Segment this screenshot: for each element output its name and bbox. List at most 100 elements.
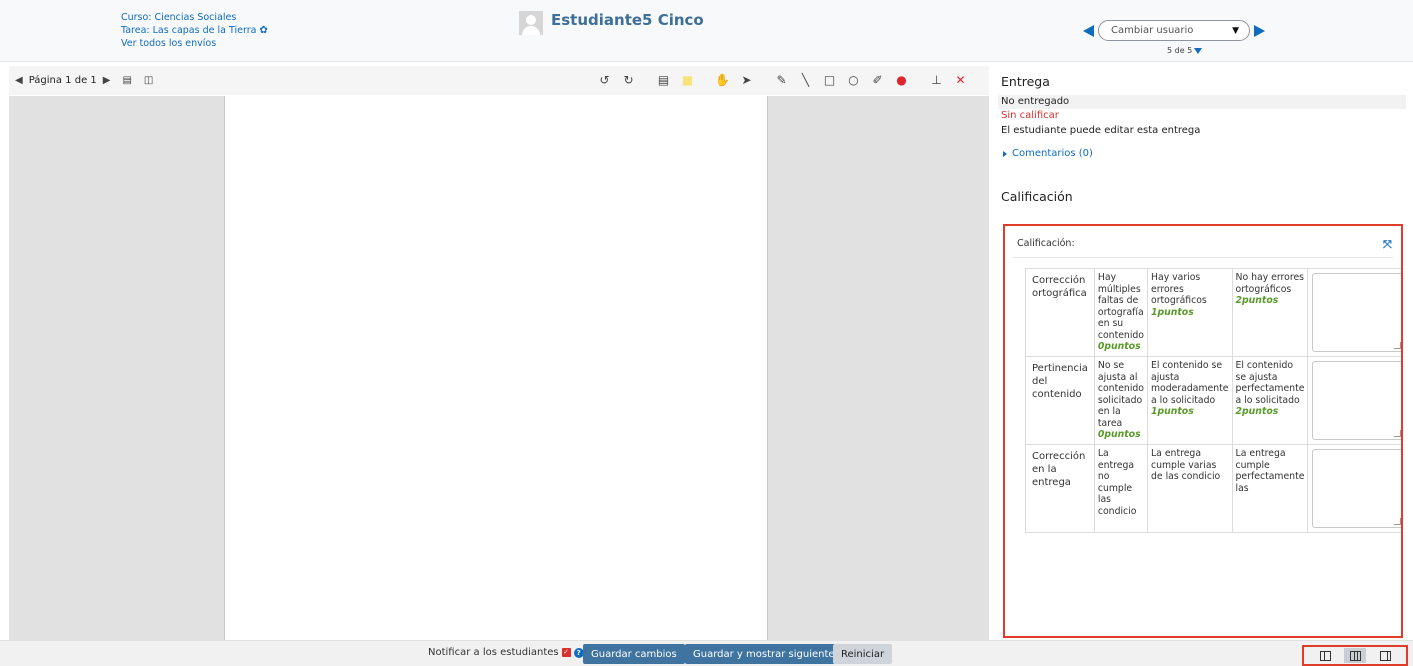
level-description: El contenido se ajusta moderadamente a l… (1151, 360, 1229, 406)
change-user-label: Cambiar usuario (1111, 25, 1194, 36)
notify-label: Notificar a los estudiantes (428, 647, 559, 658)
change-user-select[interactable]: Cambiar usuario ▼ (1098, 20, 1250, 41)
student-name[interactable]: Estudiante5 Cinco (551, 11, 704, 29)
remark-cell (1307, 356, 1401, 445)
next-page-icon[interactable]: ▶ (103, 71, 111, 91)
delete-stamp-icon[interactable]: ✕ (949, 70, 972, 90)
pdf-viewer[interactable] (9, 96, 989, 640)
assignment-link[interactable]: Tarea: Las capas de la Tierra (121, 24, 256, 37)
level-points: 1puntos (1151, 406, 1194, 417)
pen-tool-icon[interactable]: ✎ (770, 70, 793, 90)
rubric-box: Calificación: ⤧ Corrección ortográfica Ha… (1003, 224, 1403, 638)
rubric-level[interactable]: Hay varios errores ortográficos 1puntos (1147, 268, 1233, 357)
criterion-name: Corrección ortográfica (1025, 268, 1095, 357)
criterion-name: Corrección en la entrega (1025, 444, 1095, 533)
assignment-info: Curso: Ciencias Sociales Tarea: Las capa… (121, 11, 268, 50)
pdf-page[interactable] (224, 96, 768, 640)
search-comments-icon[interactable]: ▤ (122, 71, 131, 91)
panel-split-icon (1349, 650, 1361, 661)
notify-students: Notificar a los estudiantes ✓ ? (428, 647, 584, 658)
reset-button[interactable]: Reiniciar (833, 644, 893, 664)
level-points: 0puntos (1097, 341, 1141, 352)
comments-toggle[interactable]: Comentarios (0) (1003, 148, 1406, 159)
user-switcher: Cambiar usuario ▼ (1083, 20, 1265, 41)
avatar (519, 11, 543, 35)
collapse-review-panel-button[interactable] (1314, 648, 1336, 663)
rubric-table: Corrección ortográfica Hay múltiples falt… (1025, 268, 1401, 533)
rubric-level[interactable]: No hay errores ortográficos 2puntos (1231, 268, 1309, 357)
rubric-level[interactable]: Hay múltiples faltas de ortografía en su… (1093, 268, 1149, 357)
level-description: Hay múltiples faltas de ortografía en su… (1097, 272, 1144, 341)
layout-switcher (1302, 645, 1408, 666)
remark-textarea[interactable] (1312, 449, 1401, 528)
level-description: El contenido se ajusta perfectamente a l… (1235, 360, 1305, 406)
grading-panel: Entrega No entregado Sin calificar El es… (998, 66, 1406, 640)
annotation-toolbar: ◀ Página 1 de 1 ▶ ▤ ◫ ↺ ↻ ▤ ■ ✋ ➤ ✎ ╲ □ … (9, 66, 989, 95)
level-points: 2puntos (1235, 406, 1279, 417)
level-description: No hay errores ortográficos (1235, 272, 1305, 295)
level-description: La entrega cumple perfectamente las (1235, 448, 1305, 494)
level-description: Hay varios errores ortográficos (1151, 272, 1207, 306)
notify-checkbox[interactable]: ✓ (561, 648, 571, 657)
rubric-level[interactable]: La entrega cumple perfectamente las (1231, 444, 1309, 533)
current-user: Estudiante5 Cinco (519, 11, 704, 35)
color-drop-icon[interactable]: ● (890, 70, 913, 90)
rubric-criterion-row: Corrección ortográfica Hay múltiples falt… (1025, 268, 1401, 357)
level-description: No se ajusta al contenido solicitado en … (1097, 360, 1144, 429)
chevron-down-icon: ▼ (1232, 25, 1239, 36)
default-layout-button[interactable] (1344, 648, 1366, 663)
level-points: 1puntos (1151, 306, 1194, 318)
next-user-icon[interactable] (1254, 24, 1265, 37)
panel-right-icon (1379, 650, 1391, 661)
collapse-grade-panel-button[interactable] (1374, 648, 1396, 663)
save-button[interactable]: Guardar cambios (583, 644, 685, 664)
comments-label[interactable]: Comentarios (0) (1012, 148, 1093, 159)
remark-textarea[interactable] (1312, 361, 1401, 440)
oval-tool-icon[interactable]: ○ (842, 70, 865, 90)
line-tool-icon[interactable]: ╲ (794, 70, 817, 90)
course-link[interactable]: Curso: Ciencias Sociales (121, 11, 236, 24)
gear-icon[interactable]: ✿ (259, 24, 267, 37)
level-description: La entrega no cumple las condicio (1097, 448, 1137, 517)
rectangle-tool-icon[interactable]: □ (818, 70, 841, 90)
remark-textarea[interactable] (1312, 273, 1401, 352)
comment-tool-icon[interactable]: ▤ (652, 70, 675, 90)
view-all-submissions-link[interactable]: Ver todos los envíos (121, 37, 216, 50)
panel-left-icon (1319, 650, 1331, 661)
stamp-tool-icon[interactable]: ⊥ (925, 70, 948, 90)
pan-tool-icon[interactable]: ✋ (711, 70, 734, 90)
rubric-level[interactable]: No se ajusta al contenido solicitado en … (1093, 356, 1149, 445)
grade-heading: Calificación (1001, 189, 1073, 204)
grading-status: Sin calificar (1001, 110, 1059, 121)
grader-header: Curso: Ciencias Sociales Tarea: Las capa… (0, 0, 1413, 62)
filter-icon[interactable] (1194, 47, 1203, 54)
rotate-left-icon[interactable]: ↺ (593, 70, 616, 90)
highlight-tool-icon[interactable]: ✐ (866, 70, 889, 90)
previous-user-icon[interactable] (1083, 24, 1094, 37)
rubric-level[interactable]: El contenido se ajusta perfectamente a l… (1231, 356, 1309, 445)
remark-cell (1307, 268, 1401, 357)
level-points: 0puntos (1097, 429, 1141, 440)
previous-page-icon[interactable]: ◀ (15, 71, 23, 91)
rubric-criterion-row: Pertinencia del contenido No se ajusta al… (1025, 356, 1401, 445)
page-label: Página 1 de 1 (28, 75, 97, 86)
user-count: 5 de 5 (1167, 46, 1203, 55)
rotate-right-icon[interactable]: ↻ (617, 70, 640, 90)
select-tool-icon[interactable]: ➤ (735, 70, 758, 90)
grade-caption: Calificación: (1017, 238, 1075, 249)
annotation-tools: ↺ ↻ ▤ ■ ✋ ➤ ✎ ╲ □ ○ ✐ ● ⊥ ✕ (593, 70, 972, 90)
expand-icon[interactable]: ⤧ (1383, 238, 1392, 252)
level-description: La entrega cumple varias de las condicio (1151, 448, 1221, 482)
expand-comments-icon[interactable]: ◫ (144, 71, 153, 91)
save-and-next-button[interactable]: Guardar y mostrar siguiente (685, 644, 843, 664)
remark-cell (1307, 444, 1401, 533)
rubric-level[interactable]: La entrega cumple varias de las condicio (1147, 444, 1233, 533)
criterion-name: Pertinencia del contenido (1025, 356, 1095, 445)
edit-status: El estudiante puede editar esta entrega (1001, 125, 1201, 136)
color-picker-icon[interactable]: ■ (676, 70, 699, 90)
caret-right-icon (1003, 150, 1007, 157)
page-navigation: ◀ Página 1 de 1 ▶ ▤ ◫ (15, 71, 153, 91)
rubric-level[interactable]: El contenido se ajusta moderadamente a l… (1147, 356, 1233, 445)
rubric-level[interactable]: La entrega no cumple las condicio (1093, 444, 1149, 533)
submission-status: No entregado (998, 95, 1406, 109)
